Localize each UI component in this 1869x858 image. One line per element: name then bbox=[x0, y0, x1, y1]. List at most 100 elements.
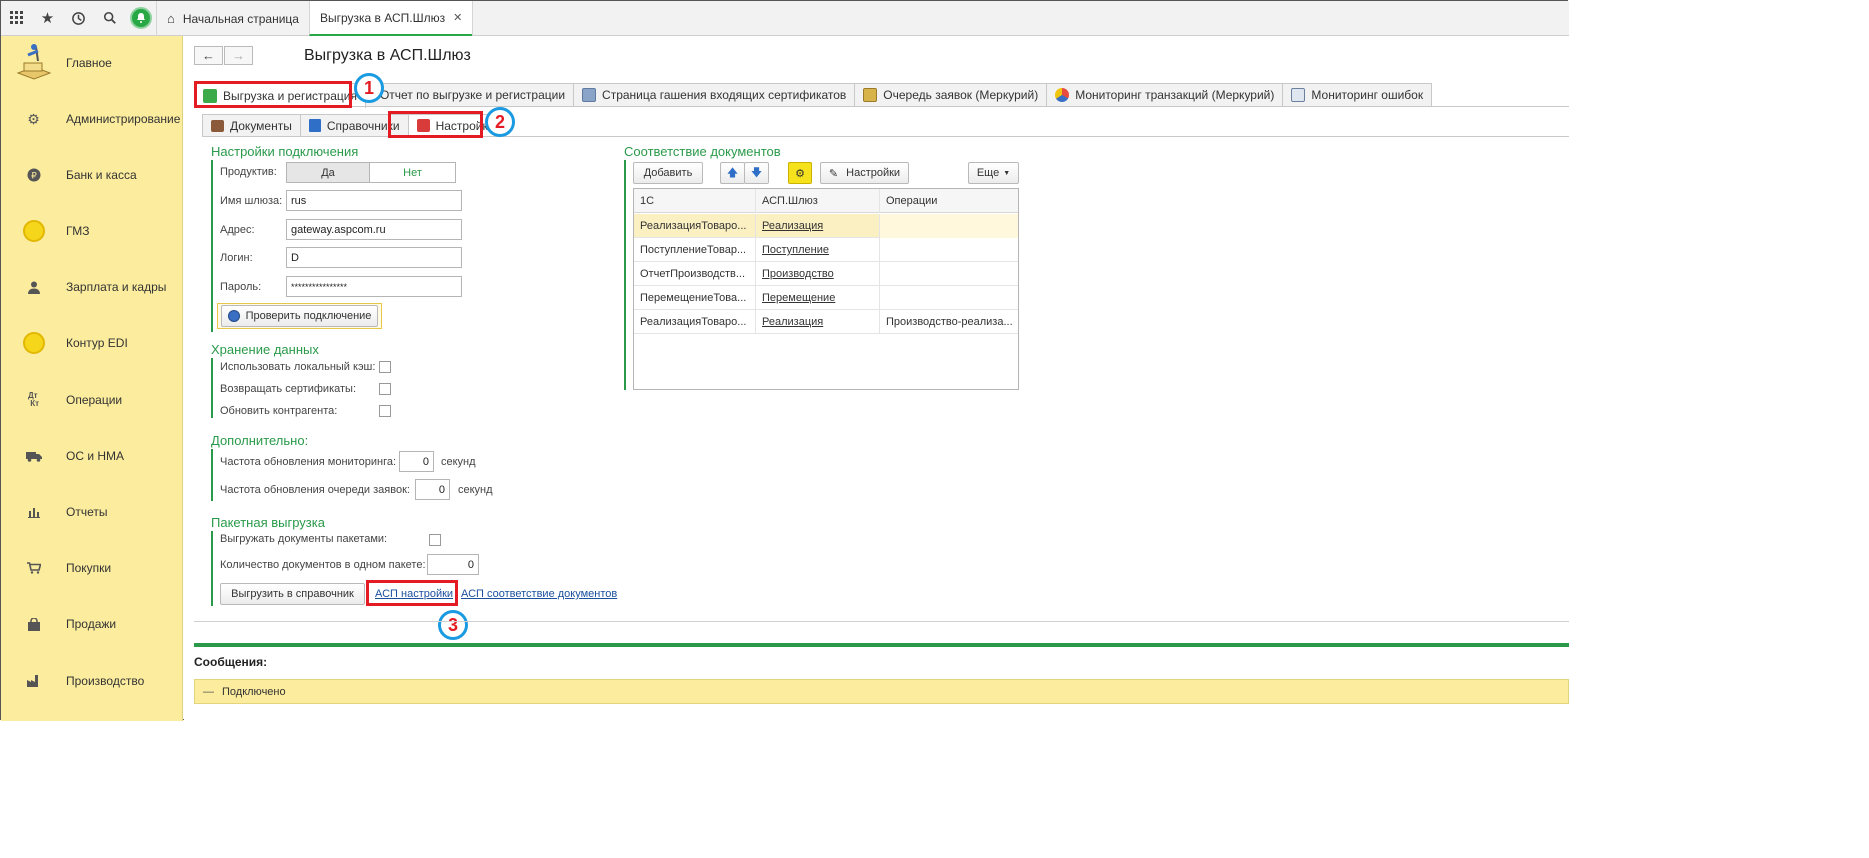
cell-asp[interactable]: Поступление bbox=[756, 238, 880, 262]
more-button[interactable]: Еще ▼ bbox=[968, 162, 1019, 184]
svg-text:₽: ₽ bbox=[31, 172, 37, 182]
unit-label: секунд bbox=[441, 456, 476, 468]
sidebar-item-main[interactable]: Главное bbox=[1, 43, 183, 83]
asp-document-mapping-link[interactable]: АСП соответствие документов bbox=[461, 588, 617, 600]
sidebar-item-label: ОС и НМА bbox=[66, 449, 125, 463]
arrow-up-icon: 🡅 bbox=[726, 166, 739, 179]
sidebar-item-label: Главное bbox=[66, 56, 112, 70]
address-input[interactable] bbox=[286, 219, 462, 240]
sidebar-item-salary[interactable]: Зарплата и кадры bbox=[1, 267, 183, 307]
cell-1c: РеализацияТоваро... bbox=[634, 214, 756, 238]
message-item[interactable]: — Подключено bbox=[194, 679, 1569, 704]
move-down-button[interactable]: 🡇 bbox=[744, 162, 769, 184]
close-icon[interactable]: ✕ bbox=[453, 11, 462, 24]
monitoring-frequency-input[interactable] bbox=[399, 451, 434, 472]
table-row[interactable]: РеализацияТоваро... Реализация bbox=[634, 214, 1018, 238]
move-up-button[interactable]: 🡅 bbox=[720, 162, 745, 184]
cell-operations bbox=[880, 238, 1018, 262]
tab-export-report[interactable]: Отчет по выгрузке и регистрации bbox=[364, 83, 575, 106]
table-row[interactable]: ПеремещениеТова... Перемещение bbox=[634, 286, 1018, 310]
update-counterparty-checkbox[interactable] bbox=[379, 405, 391, 417]
notifications-button[interactable] bbox=[125, 1, 156, 35]
settings-button[interactable]: ✎ Настройки bbox=[820, 162, 909, 184]
upload-to-directory-button[interactable]: Выгрузить в справочник bbox=[220, 583, 365, 605]
login-input[interactable] bbox=[286, 247, 462, 268]
button-label: Настройки bbox=[846, 167, 901, 179]
cell-asp[interactable]: Производство bbox=[756, 262, 880, 286]
tab-transaction-monitoring[interactable]: Мониторинг транзакций (Меркурий) bbox=[1046, 83, 1284, 106]
tab-documents[interactable]: Документы bbox=[202, 114, 301, 136]
column-header[interactable]: 1С bbox=[634, 189, 756, 213]
report-icon bbox=[582, 88, 597, 102]
cell-asp[interactable]: Реализация bbox=[756, 214, 880, 238]
field-label: Возвращать сертификаты: bbox=[220, 383, 357, 395]
docs-per-batch-input[interactable] bbox=[427, 554, 479, 575]
productive-toggle: Да Нет bbox=[286, 162, 456, 183]
home-icon: ⌂ bbox=[167, 11, 175, 26]
bar-chart-icon bbox=[1, 506, 66, 518]
collapse-icon[interactable]: — bbox=[203, 686, 214, 698]
sidebar-item-operations[interactable]: Дт Кт Операции bbox=[1, 380, 183, 420]
table-row[interactable]: РеализацияТоваро... Реализация Производс… bbox=[634, 310, 1018, 334]
arrow-down-icon: 🡇 bbox=[750, 166, 763, 179]
cell-asp[interactable]: Перемещение bbox=[756, 286, 880, 310]
pie-chart-icon bbox=[1055, 88, 1070, 102]
tab-certificate-redemption[interactable]: Страница гашения входящих сертификатов bbox=[573, 83, 856, 106]
queue-frequency-input[interactable] bbox=[415, 479, 450, 500]
sidebar-item-administration[interactable]: ⚙ Администрирование bbox=[1, 99, 183, 139]
highlight-box bbox=[388, 111, 483, 138]
field-label: Использовать локальный кэш: bbox=[220, 361, 376, 373]
tab-home-page[interactable]: ⌂ Начальная страница bbox=[156, 1, 309, 36]
table-row[interactable]: ПоступлениеТовар... Поступление bbox=[634, 238, 1018, 262]
upload-batches-checkbox[interactable] bbox=[429, 534, 441, 546]
tab-error-monitoring[interactable]: Мониторинг ошибок bbox=[1282, 83, 1433, 106]
cell-1c: ОтчетПроизводств... bbox=[634, 262, 756, 286]
power-icon bbox=[227, 310, 240, 322]
highlight-box bbox=[194, 81, 352, 108]
sidebar-item-label: Производство bbox=[66, 674, 145, 688]
check-connection-button[interactable]: Проверить подключение bbox=[221, 305, 378, 327]
tab-request-queue[interactable]: Очередь заявок (Меркурий) bbox=[854, 83, 1048, 106]
button-label: Проверить подключение bbox=[245, 310, 372, 322]
tab-label: Отчет по выгрузке и регистрации bbox=[379, 88, 566, 102]
search-icon[interactable] bbox=[94, 1, 125, 35]
tab-label: Выгрузка в АСП.Шлюз bbox=[319, 10, 446, 25]
tab-export-asp[interactable]: Выгрузка в АСП.Шлюз ✕ bbox=[308, 1, 473, 36]
gateway-name-input[interactable] bbox=[286, 190, 462, 211]
column-header[interactable]: АСП.Шлюз bbox=[756, 189, 880, 213]
field-label: Адрес: bbox=[220, 224, 255, 236]
sidebar-item-gmz[interactable]: ГМЗ bbox=[1, 211, 183, 251]
cell-asp[interactable]: Реализация bbox=[756, 310, 880, 334]
sidebar-item-sales[interactable]: Продажи bbox=[1, 604, 183, 644]
history-icon[interactable] bbox=[63, 1, 94, 35]
table-row[interactable]: ОтчетПроизводств... Производство bbox=[634, 262, 1018, 286]
sidebar-item-reports[interactable]: Отчеты bbox=[1, 492, 183, 532]
add-button[interactable]: Добавить bbox=[633, 162, 703, 184]
toggle-no[interactable]: Нет bbox=[370, 163, 455, 182]
settings-gear-button[interactable]: ⚙ bbox=[788, 162, 812, 184]
bell-icon bbox=[129, 7, 152, 29]
factory-icon bbox=[1, 675, 66, 687]
forward-button[interactable]: → bbox=[224, 46, 253, 65]
column-header[interactable]: Операции bbox=[880, 189, 1018, 213]
sidebar-item-label: Отчеты bbox=[66, 505, 108, 519]
logo-icon bbox=[14, 43, 54, 83]
arrow-left-icon: ← bbox=[202, 48, 215, 63]
field-label: Частота обновления очереди заявок: bbox=[220, 484, 410, 496]
unit-label: секунд bbox=[458, 484, 493, 496]
section-title: Хранение данных bbox=[211, 342, 319, 357]
star-icon[interactable]: ★ bbox=[32, 1, 63, 35]
truck-icon bbox=[1, 451, 66, 462]
cart-icon bbox=[1, 562, 66, 574]
local-cache-checkbox[interactable] bbox=[379, 361, 391, 373]
back-button[interactable]: ← bbox=[194, 46, 223, 65]
password-input[interactable] bbox=[286, 276, 462, 297]
sidebar-item-bank[interactable]: ₽ Банк и касса bbox=[1, 155, 183, 195]
sidebar-item-production[interactable]: Производство bbox=[1, 661, 183, 701]
sidebar-item-fixed-assets[interactable]: ОС и НМА bbox=[1, 436, 183, 476]
sidebar-item-kontur-edi[interactable]: Контур EDI bbox=[1, 323, 183, 363]
sidebar-item-purchases[interactable]: Покупки bbox=[1, 548, 183, 588]
apps-grid-icon[interactable] bbox=[1, 1, 32, 35]
toggle-yes[interactable]: Да bbox=[287, 163, 370, 182]
return-certificates-checkbox[interactable] bbox=[379, 383, 391, 395]
